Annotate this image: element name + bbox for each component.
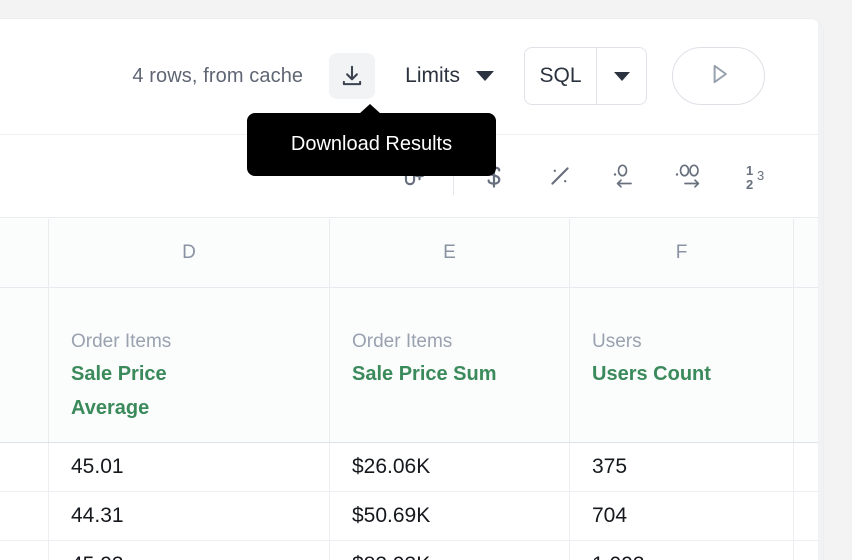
cell-c[interactable]: [0, 541, 49, 560]
sql-split-button: SQL: [524, 47, 647, 105]
app-root: 4 rows, from cache Limits SQL: [0, 0, 852, 560]
download-icon: [339, 63, 365, 89]
cell-c[interactable]: [0, 492, 49, 540]
cell-d[interactable]: 45.01: [49, 443, 330, 491]
cell-e[interactable]: $83.93K: [330, 541, 570, 560]
cell-c[interactable]: [0, 443, 49, 491]
table-row[interactable]: 45.93 $83.93K 1,093: [0, 541, 824, 560]
limits-dropdown[interactable]: Limits: [405, 64, 494, 88]
field-header-row: Order Items Sale Price Average Order Ite…: [0, 288, 824, 443]
field-header-d[interactable]: Order Items Sale Price Average: [49, 288, 330, 442]
field-name: Sale Price Sum: [352, 357, 502, 391]
field-view-name: Order Items: [352, 327, 569, 357]
column-header-c[interactable]: [0, 219, 49, 287]
run-query-button[interactable]: [672, 47, 765, 105]
column-header-d[interactable]: D: [49, 219, 330, 287]
play-icon: [704, 59, 734, 94]
table-row[interactable]: 45.01 $26.06K 375: [0, 443, 824, 492]
sql-dropdown-button[interactable]: [596, 48, 646, 104]
sql-button-label: SQL: [539, 64, 581, 88]
svg-text:1: 1: [746, 163, 753, 178]
cell-f[interactable]: 375: [570, 443, 794, 491]
chevron-down-icon: [476, 71, 494, 81]
decrease-decimal-icon[interactable]: [600, 150, 652, 202]
field-name: Sale Price Average: [71, 357, 221, 425]
cell-e[interactable]: $50.69K: [330, 492, 570, 540]
column-letter-row: D E F: [0, 219, 824, 288]
chevron-down-icon: [614, 72, 630, 81]
field-header-e[interactable]: Order Items Sale Price Sum: [330, 288, 570, 442]
field-name: Users Count: [592, 357, 742, 391]
cell-e[interactable]: $26.06K: [330, 443, 570, 491]
field-header-f[interactable]: Users Users Count: [570, 288, 794, 442]
download-results-tooltip: Download Results: [247, 113, 496, 176]
increase-decimal-icon[interactable]: [666, 150, 718, 202]
cell-d[interactable]: 45.93: [49, 541, 330, 560]
column-header-e[interactable]: E: [330, 219, 570, 287]
cell-f[interactable]: 704: [570, 492, 794, 540]
field-view-name: Users: [592, 327, 793, 357]
table-row[interactable]: 44.31 $50.69K 704: [0, 492, 824, 541]
fraction-icon[interactable]: 1 2 3: [732, 150, 784, 202]
svg-text:3: 3: [757, 168, 764, 183]
results-panel: 4 rows, from cache Limits SQL: [0, 18, 824, 560]
vertical-scrollbar[interactable]: [818, 19, 823, 560]
field-header-c[interactable]: [0, 288, 49, 442]
percent-icon[interactable]: [534, 150, 586, 202]
results-grid: D E F Order Items Sale Price Average Ord…: [0, 219, 824, 560]
limits-label: Limits: [405, 64, 460, 88]
svg-text:2: 2: [746, 177, 753, 192]
field-view-name: Order Items: [71, 327, 329, 357]
tooltip-arrow-icon: [359, 104, 381, 114]
cell-f[interactable]: 1,093: [570, 541, 794, 560]
tooltip-label: Download Results: [291, 133, 452, 156]
download-results-button[interactable]: [329, 53, 375, 99]
row-count-status: 4 rows, from cache: [132, 65, 303, 88]
column-header-f[interactable]: F: [570, 219, 794, 287]
cell-d[interactable]: 44.31: [49, 492, 330, 540]
sql-button[interactable]: SQL: [525, 48, 596, 104]
